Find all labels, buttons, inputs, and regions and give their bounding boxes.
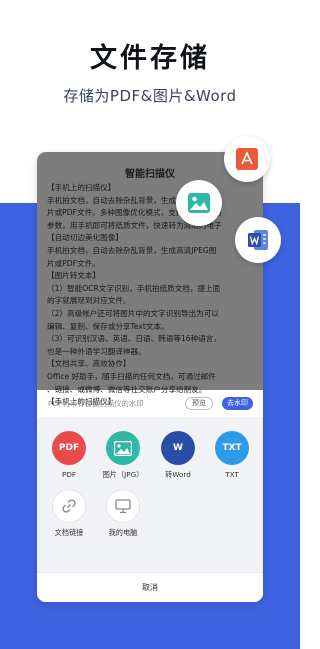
document-line: Office 好助手，随手扫描的任何文档，可通过邮件 <box>47 371 216 381</box>
page-subtitle: 存储为PDF&图片&Word <box>63 87 237 105</box>
document-line: 【手机上的扫描仪】 <box>47 183 116 192</box>
txt-icon: TXT <box>215 431 249 465</box>
floating-image-icon <box>176 180 222 226</box>
share-computer-label: 我的电脑 <box>108 528 138 537</box>
share-image-label: 图片（JPG） <box>102 470 144 479</box>
share-options-panel: PDF PDF 图片（JPG） W 转Word TXT TXT 文档链接 我的电… <box>37 417 263 602</box>
share-txt-button[interactable]: TXT TXT <box>206 431 258 479</box>
watermark-row: PDF将带有智能扫描仪的水印 预览 去水印 <box>37 393 263 415</box>
share-word-label: 转Word <box>165 470 191 479</box>
share-link-label: 文档链接 <box>54 528 84 537</box>
cancel-button[interactable]: 取消 <box>37 572 263 602</box>
preview-button[interactable]: 预览 <box>185 397 213 410</box>
document-line: 手机拍文档，自动去除杂乱背景，生成高清JPEG图 <box>47 245 217 255</box>
remove-watermark-button[interactable]: 去水印 <box>222 397 253 410</box>
share-pdf-label: PDF <box>61 470 76 479</box>
computer-icon <box>106 489 140 523</box>
document-line: 【图片转文本】 <box>47 271 101 281</box>
document-line: 编辑、复制、保存或分享Text文本。 <box>47 321 169 331</box>
pdf-icon: PDF <box>52 431 86 465</box>
image-icon <box>106 431 140 465</box>
share-computer-button[interactable]: 我的电脑 <box>97 489 149 538</box>
document-line: （1）智能OCR文字识别，手机拍纸质文档，提上面 <box>47 283 221 293</box>
document-line: 参数，用手机即可将纸质文件，快速转为清晰的电子 <box>47 220 222 230</box>
document-line: （2）高级帐户还可将图片中的文字识别导出为可以 <box>47 308 219 318</box>
document-line: 【自动切边美化图像】 <box>47 233 123 243</box>
link-icon <box>52 489 86 523</box>
floating-word-icon <box>235 217 281 263</box>
document-line: 的字就展现到对应文件。 <box>47 296 131 306</box>
page-title: 文件存储 <box>90 43 210 74</box>
document-line: 片或PDF文件。 <box>47 258 100 268</box>
share-sheet-card: 智能扫描仪 【手机上的扫描仪】 手机拍文档，自动去除杂乱背景，生成高清JPEG图… <box>37 152 263 602</box>
share-txt-label: TXT <box>225 470 239 479</box>
word-icon: W <box>161 431 195 465</box>
share-link-button[interactable]: 文档链接 <box>43 489 95 538</box>
document-line: （3）可识别汉语、英语、日语、韩语等16种语言， <box>47 334 221 344</box>
share-word-button[interactable]: W 转Word <box>152 431 204 480</box>
document-line: 片或PDF文件。多种图像优化模式，支持自动调节图 <box>47 208 222 218</box>
share-image-button[interactable]: 图片（JPG） <box>97 431 149 480</box>
document-body: 【手机上的扫描仪】 手机拍文档，自动去除杂乱背景，生成高清JPEG图 片或PDF… <box>47 182 257 409</box>
floating-pdf-icon <box>224 136 270 182</box>
document-line: 手机拍文档，自动去除杂乱背景，生成高清JPEG图 <box>47 195 217 205</box>
document-preview: 智能扫描仪 【手机上的扫描仪】 手机拍文档，自动去除杂乱背景，生成高清JPEG图… <box>37 152 263 406</box>
watermark-notice: PDF将带有智能扫描仪的水印 <box>48 399 144 408</box>
share-pdf-button[interactable]: PDF PDF <box>43 431 95 479</box>
document-line: 也是一种外语学习翻译神器。 <box>47 346 146 356</box>
document-line: 【文档共享、高效协作】 <box>47 359 131 369</box>
